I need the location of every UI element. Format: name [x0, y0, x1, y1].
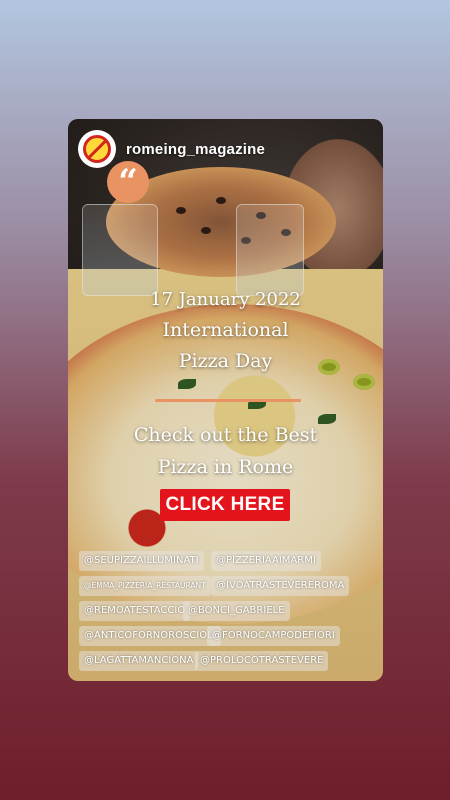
mention-tag[interactable]: @PROLOCOTRASTEVERE: [195, 651, 329, 671]
mention-tag[interactable]: @EMMA_PIZZERIA_RESTAURANT: [79, 576, 211, 596]
mention-row: @EMMA_PIZZERIA_RESTAURANT @IVOATRASTEVER…: [79, 576, 379, 599]
mention-row: @SEUPIZZAILLUMINATI @PIZZERIAAIMARMI: [79, 551, 379, 574]
mention-tag[interactable]: @IVOATRASTEVEREROMA: [211, 576, 350, 596]
mention-row: @ANTICOFORNOROSCIOLI @FORNOCAMPODEFIORI: [79, 626, 379, 649]
mention-tag[interactable]: @BONCI_GABRIELE: [183, 601, 290, 621]
mention-tag[interactable]: @LAGATTAMANCIONA: [79, 651, 199, 671]
username[interactable]: romeing_magazine: [126, 141, 265, 158]
story-header: romeing_magazine: [78, 129, 265, 169]
mention-tag[interactable]: @ANTICOFORNOROSCIOLI: [79, 626, 221, 646]
quote-icon: “: [107, 161, 149, 203]
mention-row: @REMOATESTACCIO @BONCI_GABRIELE: [79, 601, 379, 624]
lightning-no-sign-icon: [83, 135, 111, 163]
story-subtitle-line-1: Check out the Best: [133, 424, 318, 446]
mention-tag[interactable]: @FORNOCAMPODEFIORI: [207, 626, 340, 646]
mention-row: @LAGATTAMANCIONA @PROLOCOTRASTEVERE: [79, 651, 379, 674]
mention-tag[interactable]: @REMOATESTACCIO: [79, 601, 191, 621]
story-title-line-2: Pizza Day: [178, 350, 273, 372]
avatar[interactable]: [78, 130, 116, 168]
story-card[interactable]: romeing_magazine “ 17 January 2022 Inter…: [68, 119, 383, 681]
story-subtitle-line-2: Pizza in Rome: [157, 456, 294, 478]
divider: [155, 399, 301, 402]
story-date: 17 January 2022: [150, 289, 301, 310]
story-title-line-1: International: [162, 319, 289, 341]
mention-tag[interactable]: @SEUPIZZAILLUMINATI: [79, 551, 204, 571]
mention-tag[interactable]: @PIZZERIAAIMARMI: [211, 551, 321, 571]
click-here-button[interactable]: CLICK HERE: [160, 489, 290, 521]
mention-tags: @SEUPIZZAILLUMINATI @PIZZERIAAIMARMI @EM…: [79, 551, 379, 676]
